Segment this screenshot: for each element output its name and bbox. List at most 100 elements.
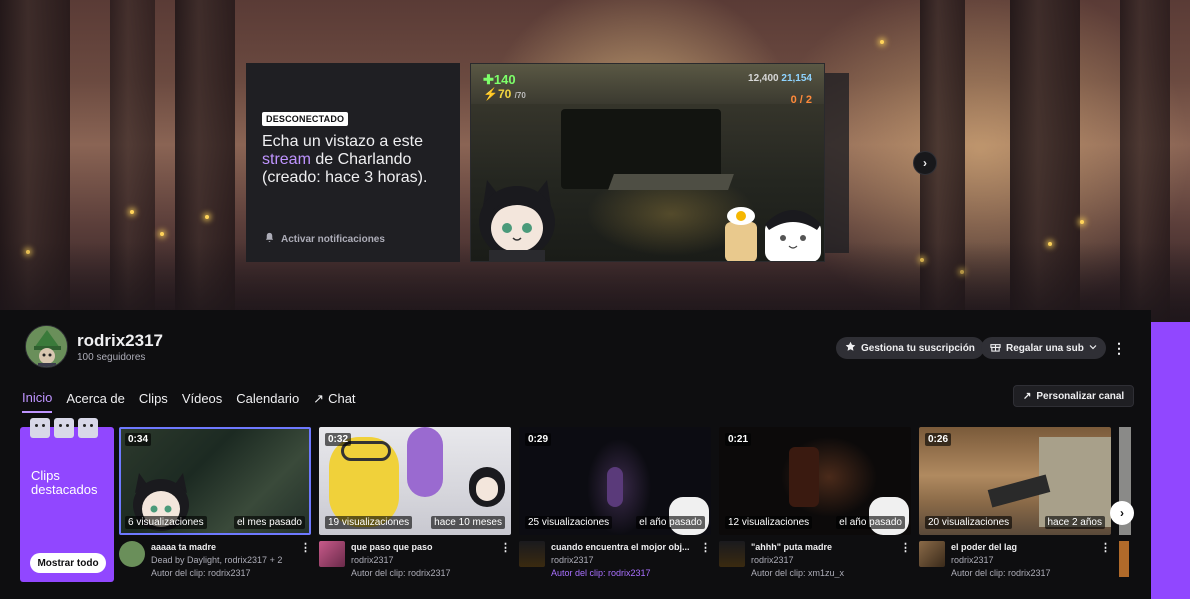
more-options-icon[interactable]: ⋮ xyxy=(1112,340,1126,356)
emote-icon xyxy=(30,418,50,438)
clip-duration: 0:34 xyxy=(125,433,152,446)
clip-thumbnail[interactable]: 0:32 19 visualizaciones hace 10 meses xyxy=(319,427,511,535)
tab-chat-label: Chat xyxy=(328,391,356,406)
clip-duration: 0:21 xyxy=(725,433,752,446)
emote-icon xyxy=(54,418,74,438)
side-accent xyxy=(1151,322,1190,599)
gift-icon xyxy=(990,341,1001,355)
clip-views: 6 visualizaciones xyxy=(125,516,207,529)
featured-clips-title-2: destacados xyxy=(31,482,98,497)
hud-armor-value: ⚡70 xyxy=(483,87,512,101)
clip-duration: 0:32 xyxy=(325,433,352,446)
clip-title[interactable]: que paso que paso xyxy=(351,542,496,552)
clip-card[interactable]: 0:32 19 visualizaciones hace 10 meses qu… xyxy=(319,427,511,591)
tab-videos[interactable]: Vídeos xyxy=(182,390,222,413)
clip-author[interactable]: Autor del clip: rodrix2317 xyxy=(951,568,1111,578)
clip-game-thumbnail[interactable] xyxy=(719,541,745,567)
star-icon xyxy=(845,341,856,355)
gift-sub-button[interactable]: Regalar una sub xyxy=(981,337,1106,359)
hud-health: ✚140 xyxy=(483,72,516,87)
clip-card[interactable]: 0:34 6 visualizaciones el mes pasado aaa… xyxy=(119,427,311,591)
clip-duration: 0:26 xyxy=(925,433,952,446)
clip-views: 20 visualizaciones xyxy=(925,516,1013,529)
more-options-icon[interactable]: ⋮ xyxy=(300,541,311,554)
hud-armor: ⚡70 /70 xyxy=(483,87,526,101)
hud-ammo: 0 / 2 xyxy=(790,94,812,106)
manage-subscription-label: Gestiona tu suscripción xyxy=(861,342,975,354)
clip-game-thumbnail[interactable] xyxy=(519,541,545,567)
featured-clips-title-1: Clips xyxy=(31,468,60,483)
tab-schedule[interactable]: Calendario xyxy=(236,390,299,413)
bell-icon xyxy=(264,232,275,246)
chevron-down-icon xyxy=(1089,343,1097,354)
more-options-icon[interactable]: ⋮ xyxy=(500,541,511,554)
clip-title[interactable]: el poder del lag xyxy=(951,542,1096,552)
clip-channel[interactable]: rodrix2317 xyxy=(351,555,511,565)
manage-subscription-button[interactable]: Gestiona tu suscripción xyxy=(836,337,984,359)
offline-card: DESCONECTADO Echa un vistazo a este stre… xyxy=(246,63,460,262)
clip-age: el año pasado xyxy=(636,516,705,529)
next-arrow-icon[interactable]: › xyxy=(913,151,937,175)
clip-title[interactable]: cuando encuentra el mojor obj... xyxy=(551,542,696,552)
clip-thumbnail[interactable]: 0:29 25 visualizaciones el año pasado xyxy=(519,427,711,535)
more-options-icon[interactable]: ⋮ xyxy=(900,541,911,554)
hud-score-value: 12,400 xyxy=(748,73,779,84)
clip-age: hace 2 años xyxy=(1044,516,1105,529)
featured-clips-title: Clips destacados xyxy=(31,469,98,497)
clip-views: 25 visualizaciones xyxy=(525,516,613,529)
hud-score-value-2: 21,154 xyxy=(781,73,812,84)
clip-card[interactable]: 0:29 25 visualizaciones el año pasado cu… xyxy=(519,427,711,591)
tab-about[interactable]: Acerca de xyxy=(66,390,125,413)
enable-notifications-button[interactable]: Activar notificaciones xyxy=(264,232,385,246)
clip-category[interactable]: Dead by Daylight, rodrix2317 + 2 xyxy=(151,555,311,565)
clip-age: el año pasado xyxy=(836,516,905,529)
hud-armor-max: /70 xyxy=(514,91,526,100)
external-arrow-icon: ↗ xyxy=(313,390,325,406)
featured-emotes xyxy=(30,418,98,438)
clip-channel[interactable]: rodrix2317 xyxy=(951,555,1111,565)
dog-avatar xyxy=(725,207,821,261)
clip-thumbnail[interactable]: 0:21 12 visualizaciones el año pasado xyxy=(719,427,911,535)
stream-preview[interactable]: ✚140 ⚡70 /70 12,400 21,154 0 / 2 xyxy=(470,63,825,262)
clip-channel[interactable]: rodrix2317 xyxy=(751,555,911,565)
tab-home[interactable]: Inicio xyxy=(22,390,53,413)
channel-section: rodrix2317 100 seguidores Gestiona tu su… xyxy=(0,310,1151,599)
clip-duration: 0:29 xyxy=(525,433,552,446)
more-options-icon[interactable]: ⋮ xyxy=(1100,541,1111,554)
clip-title[interactable]: aaaaa ta madre xyxy=(151,542,296,552)
clip-game-thumbnail[interactable] xyxy=(919,541,945,567)
clip-author[interactable]: Autor del clip: xm1zu_x xyxy=(751,568,911,578)
channel-name[interactable]: rodrix2317 xyxy=(77,331,163,351)
show-all-button[interactable]: Mostrar todo xyxy=(30,553,106,573)
emote-icon xyxy=(78,418,98,438)
clip-views: 19 visualizaciones xyxy=(325,516,413,529)
clip-author[interactable]: Autor del clip: rodrix2317 xyxy=(151,568,311,578)
clip-game-thumbnail-partial[interactable] xyxy=(1119,541,1129,577)
more-options-icon[interactable]: ⋮ xyxy=(700,541,711,554)
clip-channel-avatar[interactable] xyxy=(119,541,145,567)
clip-thumbnail[interactable]: 0:26 20 visualizaciones hace 2 años xyxy=(919,427,1111,535)
clip-age: el mes pasado xyxy=(233,516,305,529)
customize-channel-button[interactable]: ↗ Personalizar canal xyxy=(1013,385,1135,407)
stream-link[interactable]: stream xyxy=(262,151,311,168)
tab-clips[interactable]: Clips xyxy=(139,390,168,413)
tab-chat[interactable]: ↗ Chat xyxy=(313,390,355,413)
follower-count: 100 seguidores xyxy=(77,352,146,363)
clip-card[interactable]: 0:26 20 visualizaciones hace 2 años el p… xyxy=(919,427,1111,591)
clip-card[interactable]: 0:21 12 visualizaciones el año pasado "a… xyxy=(719,427,911,591)
channel-tabs: Inicio Acerca de Clips Vídeos Calendario… xyxy=(22,390,370,413)
clip-age: hace 10 meses xyxy=(431,516,505,529)
next-clips-arrow-icon[interactable]: › xyxy=(1110,501,1134,525)
vtuber-avatar xyxy=(479,180,555,261)
clip-views: 12 visualizaciones xyxy=(725,516,813,529)
clip-author[interactable]: Autor del clip: rodrix2317 xyxy=(551,568,711,578)
gift-sub-label: Regalar una sub xyxy=(1006,342,1084,354)
clip-title[interactable]: "ahhh" puta madre xyxy=(751,542,896,552)
customize-channel-label: Personalizar canal xyxy=(1036,390,1125,402)
clip-thumbnail[interactable]: 0:34 6 visualizaciones el mes pasado xyxy=(119,427,311,535)
clip-channel[interactable]: rodrix2317 xyxy=(551,555,711,565)
clip-game-thumbnail[interactable] xyxy=(319,541,345,567)
channel-avatar[interactable] xyxy=(25,325,68,368)
channel-banner: DESCONECTADO Echa un vistazo a este stre… xyxy=(0,0,1190,322)
clip-author[interactable]: Autor del clip: rodrix2317 xyxy=(351,568,511,578)
